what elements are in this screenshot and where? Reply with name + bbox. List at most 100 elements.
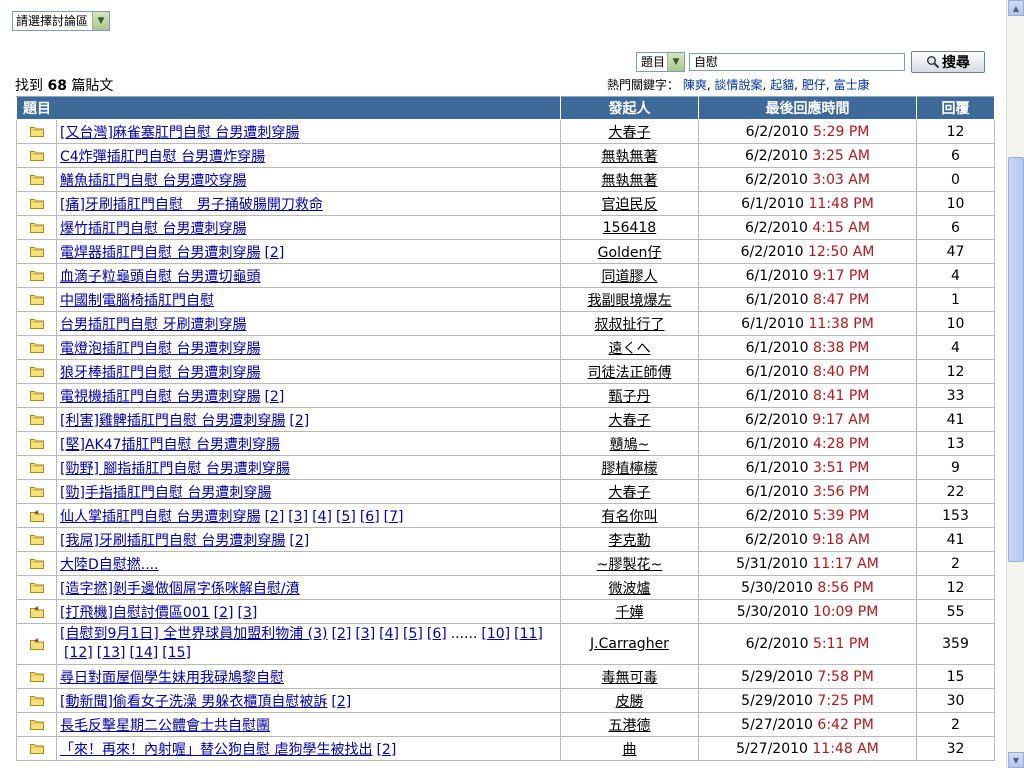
topic-link[interactable]: 電視機插肛門自慰 台男遭刺穿腸 (60, 389, 260, 405)
page-link[interactable]: [3] (238, 605, 258, 621)
hot-keyword-link[interactable]: 陳爽 (683, 78, 707, 92)
author-link[interactable]: 大春子 (609, 485, 651, 501)
last-reply-time: 7:58 PM (817, 668, 874, 685)
author-link[interactable]: 叔叔扯行了 (595, 317, 665, 333)
page-link[interactable]: [3] (288, 509, 308, 525)
reply-count: 12 (916, 359, 995, 384)
reply-count: 12 (916, 119, 995, 144)
topic-link[interactable]: 台男插肛門自慰 牙刷遭刺穿腸 (60, 317, 246, 333)
topic-link[interactable]: [勁]手指插肛門自慰 台男遭刺穿腸 (60, 485, 271, 501)
page-link[interactable]: [2] (289, 533, 309, 549)
scrollbar-thumb[interactable] (1008, 157, 1024, 562)
topic-link[interactable]: 「來！再來！內射喔」替公狗自慰 虐狗學生被找出 (60, 742, 372, 758)
author-link[interactable]: 無執無著 (602, 173, 658, 189)
page-link[interactable]: [2] (331, 694, 351, 710)
topic-link[interactable]: 尋日對面屋個學生妹用我碌鳩黎自慰 (60, 670, 284, 686)
page-link[interactable]: [2] (331, 626, 351, 642)
author-link[interactable]: J.Carragher (590, 636, 669, 652)
author-link[interactable]: 大春子 (609, 413, 651, 429)
hot-keyword-link[interactable]: 肥仔 (802, 78, 826, 92)
page-link[interactable]: [14] (130, 645, 159, 661)
last-reply-date: 6/2/2010 (745, 507, 809, 524)
page-link[interactable]: [10] (481, 626, 510, 642)
page-link[interactable]: [6] (360, 509, 380, 525)
folder-icon (16, 664, 57, 689)
topic-link[interactable]: [我屌]牙刷插肛門自慰 台男遭刺穿腸 (60, 533, 285, 549)
topic-link[interactable]: [勁野] 腳指插肛門自慰 台男遭刺穿腸 (60, 461, 290, 477)
search-field-select[interactable]: 題目 ▼ (636, 52, 686, 72)
page-link[interactable]: [4] (312, 509, 332, 525)
page-link[interactable]: [2] (264, 245, 284, 261)
topic-link[interactable]: [動新聞]偷看女子洗澡 男躲衣櫃頂自慰被訴 (60, 694, 327, 710)
hot-keyword-link[interactable]: 富士康 (833, 78, 869, 92)
author-link[interactable]: 我副眼境爆左 (588, 293, 672, 309)
topic-link[interactable]: 爆竹插肛門自慰 台男遭刺穿腸 (60, 221, 246, 237)
topic-link[interactable]: [痛]牙刷插肛門自慰 男子捅破腸開刀救命 (60, 197, 323, 213)
page-link[interactable]: [13] (97, 645, 126, 661)
reply-count: 2 (916, 551, 995, 576)
page-link[interactable]: [2] (264, 509, 284, 525)
last-reply-time: 9:18 AM (812, 531, 870, 548)
vertical-scrollbar[interactable]: ▲ ▼ (1006, 0, 1024, 768)
author-link[interactable]: 微波爐 (609, 581, 651, 597)
topic-link[interactable]: 電焊器插肛門自慰 台男遭刺穿腸 (60, 245, 260, 261)
author-link[interactable]: 無執無著 (602, 149, 658, 165)
page-link[interactable]: [6] (427, 626, 447, 642)
last-reply-cell: 6/1/2010 8:38 PM (698, 335, 917, 360)
author-link[interactable]: 甄子丹 (609, 389, 651, 405)
page-link[interactable]: [2] (376, 742, 396, 758)
topic-link[interactable]: 長毛反擊星期二公體會士共自慰團 (60, 718, 270, 734)
scroll-up-arrow-icon[interactable]: ▲ (1008, 0, 1024, 16)
author-link[interactable]: 遠くへ (609, 341, 651, 357)
page-link[interactable]: [5] (336, 509, 356, 525)
topic-title-cell: [勁]手指插肛門自慰 台男遭刺穿腸 (56, 479, 561, 504)
author-link[interactable]: 官迫民反 (602, 197, 658, 213)
page-link[interactable]: [3] (355, 626, 375, 642)
author-link[interactable]: 皮勝 (616, 694, 644, 710)
page-link[interactable]: [12] (64, 645, 93, 661)
page-link[interactable]: [5] (403, 626, 423, 642)
scroll-down-arrow-icon[interactable]: ▼ (1008, 752, 1024, 768)
author-link[interactable]: 同道膠人 (602, 269, 658, 285)
author-link[interactable]: 156418 (603, 220, 656, 236)
author-link[interactable]: 毒無可毒 (602, 670, 658, 686)
topic-link[interactable]: [造字撚]剝手邊做個屌字係咪解自慰/濆 (60, 581, 300, 597)
page-link[interactable]: [2] (264, 389, 284, 405)
search-input[interactable]: 自慰 (689, 53, 906, 71)
search-button[interactable]: 搜尋 (911, 51, 986, 73)
hot-keyword-link[interactable]: 談情說案 (715, 78, 763, 92)
last-reply-time: 9:17 PM (812, 267, 870, 284)
page-link[interactable]: [2] (289, 413, 309, 429)
topic-link[interactable]: C4炸彈插肛門自慰 台男遭炸穿腸 (60, 149, 265, 165)
topic-link[interactable]: [打飛機]自慰討價區001 (60, 605, 210, 621)
author-link[interactable]: ~膠製花~ (597, 557, 662, 573)
topic-link[interactable]: 中國制電腦椅插肛門自慰 (60, 293, 214, 309)
author-link[interactable]: 李克勤 (609, 533, 651, 549)
topic-link[interactable]: [利害]雞髀插肛門自慰 台男遭刺穿腸 (60, 413, 285, 429)
topic-link[interactable]: 大陸D自慰撚.... (60, 557, 159, 573)
topic-link[interactable]: [又台灣]麻雀塞肛門自慰 台男遭刺穿腸 (60, 125, 299, 141)
page-link[interactable]: [2] (214, 605, 234, 621)
topic-link[interactable]: 電燈泡插肛門自慰 台男遭刺穿腸 (60, 341, 260, 357)
page-link[interactable]: [7] (384, 509, 404, 525)
topic-link[interactable]: [堅]AK47插肛門自慰 台男遭刺穿腸 (60, 437, 280, 453)
forum-select-dropdown[interactable]: 請選擇討論區 ▼ (12, 11, 111, 31)
author-link[interactable]: 膠植檸檬 (602, 461, 658, 477)
topic-link[interactable]: 狼牙棒插肛門自慰 台男遭刺穿腸 (60, 365, 260, 381)
author-link[interactable]: 有名你叫 (602, 509, 658, 525)
topic-link[interactable]: 仙人掌插肛門自慰 台男遭刺穿腸 (60, 509, 260, 525)
author-link[interactable]: 司徒法正師傅 (588, 365, 672, 381)
author-link[interactable]: 大春子 (609, 125, 651, 141)
author-link[interactable]: 五港德 (609, 718, 651, 734)
topic-link[interactable]: 鱔魚插肛門自慰 台男遭咬穿腸 (60, 173, 246, 189)
topic-link[interactable]: 血滴子粒龜頭自慰 台男遭切龜頭 (60, 269, 260, 285)
author-link[interactable]: 曲 (623, 742, 637, 758)
page-link[interactable]: [4] (379, 626, 399, 642)
author-link[interactable]: 戇鳩~ (610, 437, 650, 453)
author-link[interactable]: Golden仔 (598, 245, 662, 261)
author-link[interactable]: 千嬅 (616, 605, 644, 621)
topic-link[interactable]: [自慰到9月1日] 全世界球員加盟利物浦 (3) (60, 626, 327, 642)
page-link[interactable]: [15] (162, 645, 191, 661)
page-link[interactable]: [11] (514, 626, 543, 642)
hot-keyword-link[interactable]: 起貓 (770, 78, 794, 92)
